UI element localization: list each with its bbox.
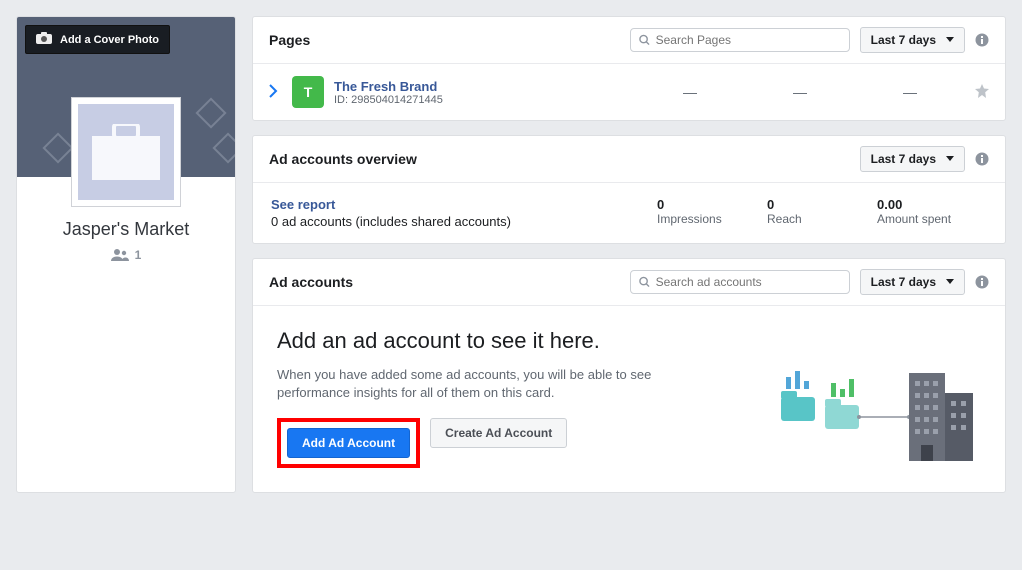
stat-impressions-label: Impressions [657, 212, 767, 226]
info-icon[interactable] [975, 152, 989, 166]
caret-down-icon [946, 156, 954, 162]
page-id: ID: 298504014271445 [334, 94, 635, 106]
page-metric-2: — [745, 84, 855, 100]
members-count: 1 [17, 248, 235, 262]
add-ad-account-button[interactable]: Add Ad Account [287, 428, 410, 458]
star-icon[interactable] [975, 84, 989, 101]
search-icon [639, 34, 650, 46]
pages-date-label: Last 7 days [871, 33, 936, 47]
overview-date-picker[interactable]: Last 7 days [860, 146, 965, 172]
stat-spent-value: 0.00 [877, 197, 987, 212]
briefcase-icon [92, 124, 160, 180]
overview-card: Ad accounts overview Last 7 days See rep… [252, 135, 1006, 244]
page-metric-3: — [855, 84, 965, 100]
pages-date-picker[interactable]: Last 7 days [860, 27, 965, 53]
caret-down-icon [946, 279, 954, 285]
people-icon [111, 249, 129, 261]
avatar[interactable] [71, 97, 181, 207]
empty-title: Add an ad account to see it here. [277, 328, 755, 354]
overview-subtitle: 0 ad accounts (includes shared accounts) [271, 214, 657, 229]
adaccounts-card: Ad accounts Last 7 days Add an ad accoun… [252, 258, 1006, 493]
adaccounts-date-label: Last 7 days [871, 275, 936, 289]
caret-down-icon [946, 37, 954, 43]
business-name: Jasper's Market [17, 219, 235, 240]
search-adaccounts[interactable] [630, 270, 850, 294]
search-icon [639, 276, 650, 288]
create-ad-account-button[interactable]: Create Ad Account [430, 418, 567, 448]
camera-icon [36, 32, 52, 47]
stat-reach-label: Reach [767, 212, 877, 226]
search-pages-input[interactable] [656, 33, 841, 47]
cover-area: Add a Cover Photo [17, 17, 235, 177]
pages-title: Pages [269, 32, 620, 48]
page-row: T The Fresh Brand ID: 298504014271445 — … [253, 64, 1005, 120]
search-pages[interactable] [630, 28, 850, 52]
adaccounts-title: Ad accounts [269, 274, 620, 290]
chevron-right-icon[interactable] [269, 84, 278, 101]
see-report-link[interactable]: See report [271, 197, 657, 212]
overview-title: Ad accounts overview [269, 151, 850, 167]
search-adaccounts-input[interactable] [656, 275, 841, 289]
add-cover-photo-button[interactable]: Add a Cover Photo [25, 25, 170, 54]
adaccounts-date-picker[interactable]: Last 7 days [860, 269, 965, 295]
highlight-annotation: Add Ad Account [277, 418, 420, 468]
stat-impressions-value: 0 [657, 197, 767, 212]
business-sidebar: Add a Cover Photo Jasper's Market [16, 16, 236, 493]
members-count-value: 1 [135, 248, 142, 262]
page-badge: T [292, 76, 324, 108]
empty-illustration [771, 355, 981, 468]
empty-description: When you have added some ad accounts, yo… [277, 366, 697, 402]
page-name-link[interactable]: The Fresh Brand [334, 79, 635, 94]
stat-reach-value: 0 [767, 197, 877, 212]
info-icon[interactable] [975, 275, 989, 289]
overview-date-label: Last 7 days [871, 152, 936, 166]
page-metric-1: — [635, 84, 745, 100]
pages-card: Pages Last 7 days T T [252, 16, 1006, 121]
stat-spent-label: Amount spent [877, 212, 987, 226]
add-cover-photo-label: Add a Cover Photo [60, 34, 159, 46]
info-icon[interactable] [975, 33, 989, 47]
